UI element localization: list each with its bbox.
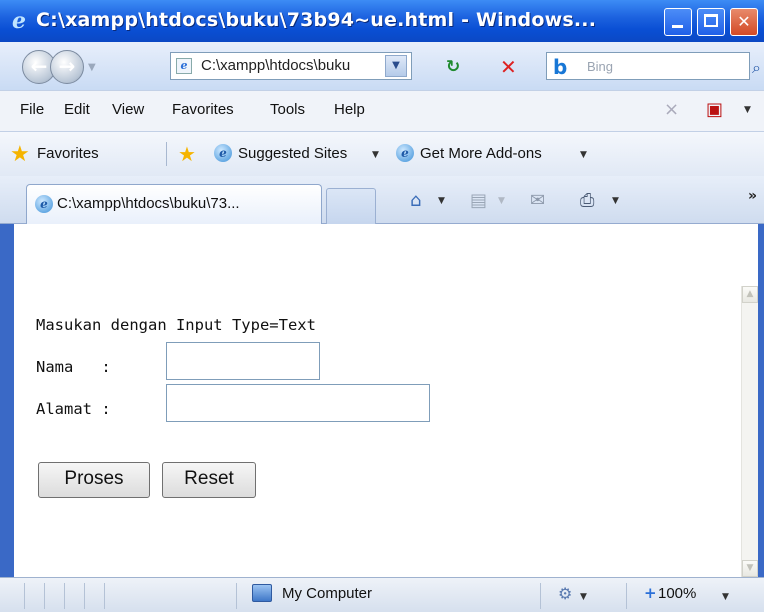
maximize-icon	[704, 14, 718, 27]
close-button[interactable]: ✕	[730, 8, 758, 36]
security-zone[interactable]: My Computer	[282, 585, 372, 602]
get-more-addons-link[interactable]: Get More Add-ons	[420, 145, 542, 162]
menu-tools[interactable]: Tools	[270, 101, 305, 118]
new-tab-button[interactable]	[326, 188, 376, 224]
ie-icon: e	[214, 144, 232, 162]
forward-arrow-icon: →	[58, 54, 76, 78]
feeds-icon[interactable]: ▤	[470, 190, 487, 211]
favorites-separator	[166, 142, 167, 166]
zoom-dropdown-icon[interactable]: ▼	[722, 592, 729, 602]
search-placeholder: Bing	[587, 59, 614, 74]
navigation-bar: ← → ▼ e C:\xampp\htdocs\buku ▼ ↻ ✕ b Bin…	[0, 42, 764, 90]
menu-help[interactable]: Help	[334, 101, 365, 118]
tab-current[interactable]: e C:\xampp\htdocs\buku\73...	[26, 184, 322, 224]
status-divider	[236, 583, 237, 609]
close-toolbar-icon[interactable]: ×	[664, 99, 679, 120]
maximize-button[interactable]	[697, 8, 725, 36]
status-bar: My Computer ⚙ ▼ + 100% ▼	[0, 577, 764, 612]
chevron-more-icon[interactable]: »	[748, 188, 757, 204]
vertical-scrollbar[interactable]: ▲ ▼	[741, 286, 758, 577]
home-icon[interactable]: ⌂	[410, 190, 421, 211]
mail-icon[interactable]: ✉	[530, 190, 545, 211]
menu-edit[interactable]: Edit	[64, 101, 90, 118]
close-icon: ✕	[737, 12, 751, 31]
zoom-icon[interactable]: +	[644, 584, 657, 602]
alamat-input[interactable]	[166, 384, 430, 422]
menu-favorites[interactable]: Favorites	[172, 101, 234, 118]
status-divider	[104, 583, 105, 609]
reset-button[interactable]: Reset	[162, 462, 256, 498]
suggested-sites-link[interactable]: Suggested Sites	[238, 145, 347, 162]
alamat-label: Alamat :	[36, 400, 111, 418]
tab-row: e C:\xampp\htdocs\buku\73... ⌂ ▼ ▤ ▼ ✉ ⎙…	[0, 176, 764, 224]
pdf-dropdown-icon[interactable]: ▼	[744, 105, 751, 115]
address-text[interactable]: C:\xampp\htdocs\buku	[201, 57, 371, 74]
tab-title: C:\xampp\htdocs\buku\73...	[57, 195, 240, 212]
page-heading: Masukan dengan Input Type=Text	[36, 316, 316, 334]
back-arrow-icon: ←	[30, 54, 48, 78]
status-divider	[84, 583, 85, 609]
status-divider	[24, 583, 25, 609]
refresh-icon[interactable]: ↻	[446, 57, 460, 77]
pdf-icon[interactable]: ▣	[706, 99, 723, 120]
chevron-down-icon[interactable]: ▼	[372, 150, 379, 160]
ie-icon: e	[12, 8, 26, 34]
stop-icon[interactable]: ✕	[500, 55, 517, 79]
title-bar[interactable]: e C:\xampp\htdocs\buku\73b94~ue.html - W…	[0, 0, 764, 42]
favorites-bar: ★ Favorites ★ e Suggested Sites ▼ e Get …	[0, 132, 764, 176]
feeds-dropdown-icon[interactable]: ▼	[498, 196, 505, 206]
favorites-button[interactable]: Favorites	[37, 145, 99, 162]
minimize-button[interactable]	[664, 8, 692, 36]
forward-button[interactable]: →	[50, 50, 84, 84]
nama-input[interactable]	[166, 342, 320, 380]
nama-label: Nama :	[36, 358, 111, 376]
print-icon[interactable]: ⎙	[580, 190, 594, 211]
address-dropdown[interactable]: ▼	[385, 55, 407, 77]
browser-window: e C:\xampp\htdocs\buku\73b94~ue.html - W…	[0, 0, 764, 612]
computer-icon	[252, 584, 272, 602]
window-title: C:\xampp\htdocs\buku\73b94~ue.html - Win…	[36, 9, 597, 31]
recent-pages-dropdown[interactable]: ▼	[88, 62, 96, 73]
bing-icon: b	[553, 55, 568, 79]
status-divider	[64, 583, 65, 609]
status-divider	[44, 583, 45, 609]
protected-mode-icon[interactable]: ⚙	[558, 584, 572, 603]
window-frame-left	[0, 224, 14, 590]
scroll-down-button[interactable]: ▼	[742, 560, 758, 577]
chevron-down-icon[interactable]: ▼	[580, 592, 587, 602]
star-icon: ★	[10, 142, 30, 167]
search-icon[interactable]: ⌕	[752, 58, 761, 78]
status-divider	[626, 583, 627, 609]
search-box[interactable]: b Bing	[546, 52, 750, 80]
scroll-up-button[interactable]: ▲	[742, 286, 758, 303]
ie-icon: e	[35, 195, 53, 213]
menu-view[interactable]: View	[112, 101, 144, 118]
menu-file[interactable]: File	[20, 101, 44, 118]
ie-page-icon: e	[176, 58, 192, 74]
menu-bar: File Edit View Favorites Tools Help × ▣ …	[0, 90, 764, 132]
ie-icon: e	[396, 144, 414, 162]
window-frame-right	[758, 224, 764, 590]
page-content: Masukan dengan Input Type=Text Nama : Al…	[14, 224, 741, 577]
minimize-icon	[672, 25, 683, 28]
chevron-down-icon[interactable]: ▼	[580, 150, 587, 160]
address-bar[interactable]: e C:\xampp\htdocs\buku ▼	[170, 52, 412, 80]
add-favorite-icon[interactable]: ★	[178, 142, 196, 166]
zoom-level[interactable]: 100%	[658, 585, 696, 602]
status-divider	[540, 583, 541, 609]
print-dropdown-icon[interactable]: ▼	[612, 196, 619, 206]
home-dropdown-icon[interactable]: ▼	[438, 196, 445, 206]
proses-button[interactable]: Proses	[38, 462, 150, 498]
